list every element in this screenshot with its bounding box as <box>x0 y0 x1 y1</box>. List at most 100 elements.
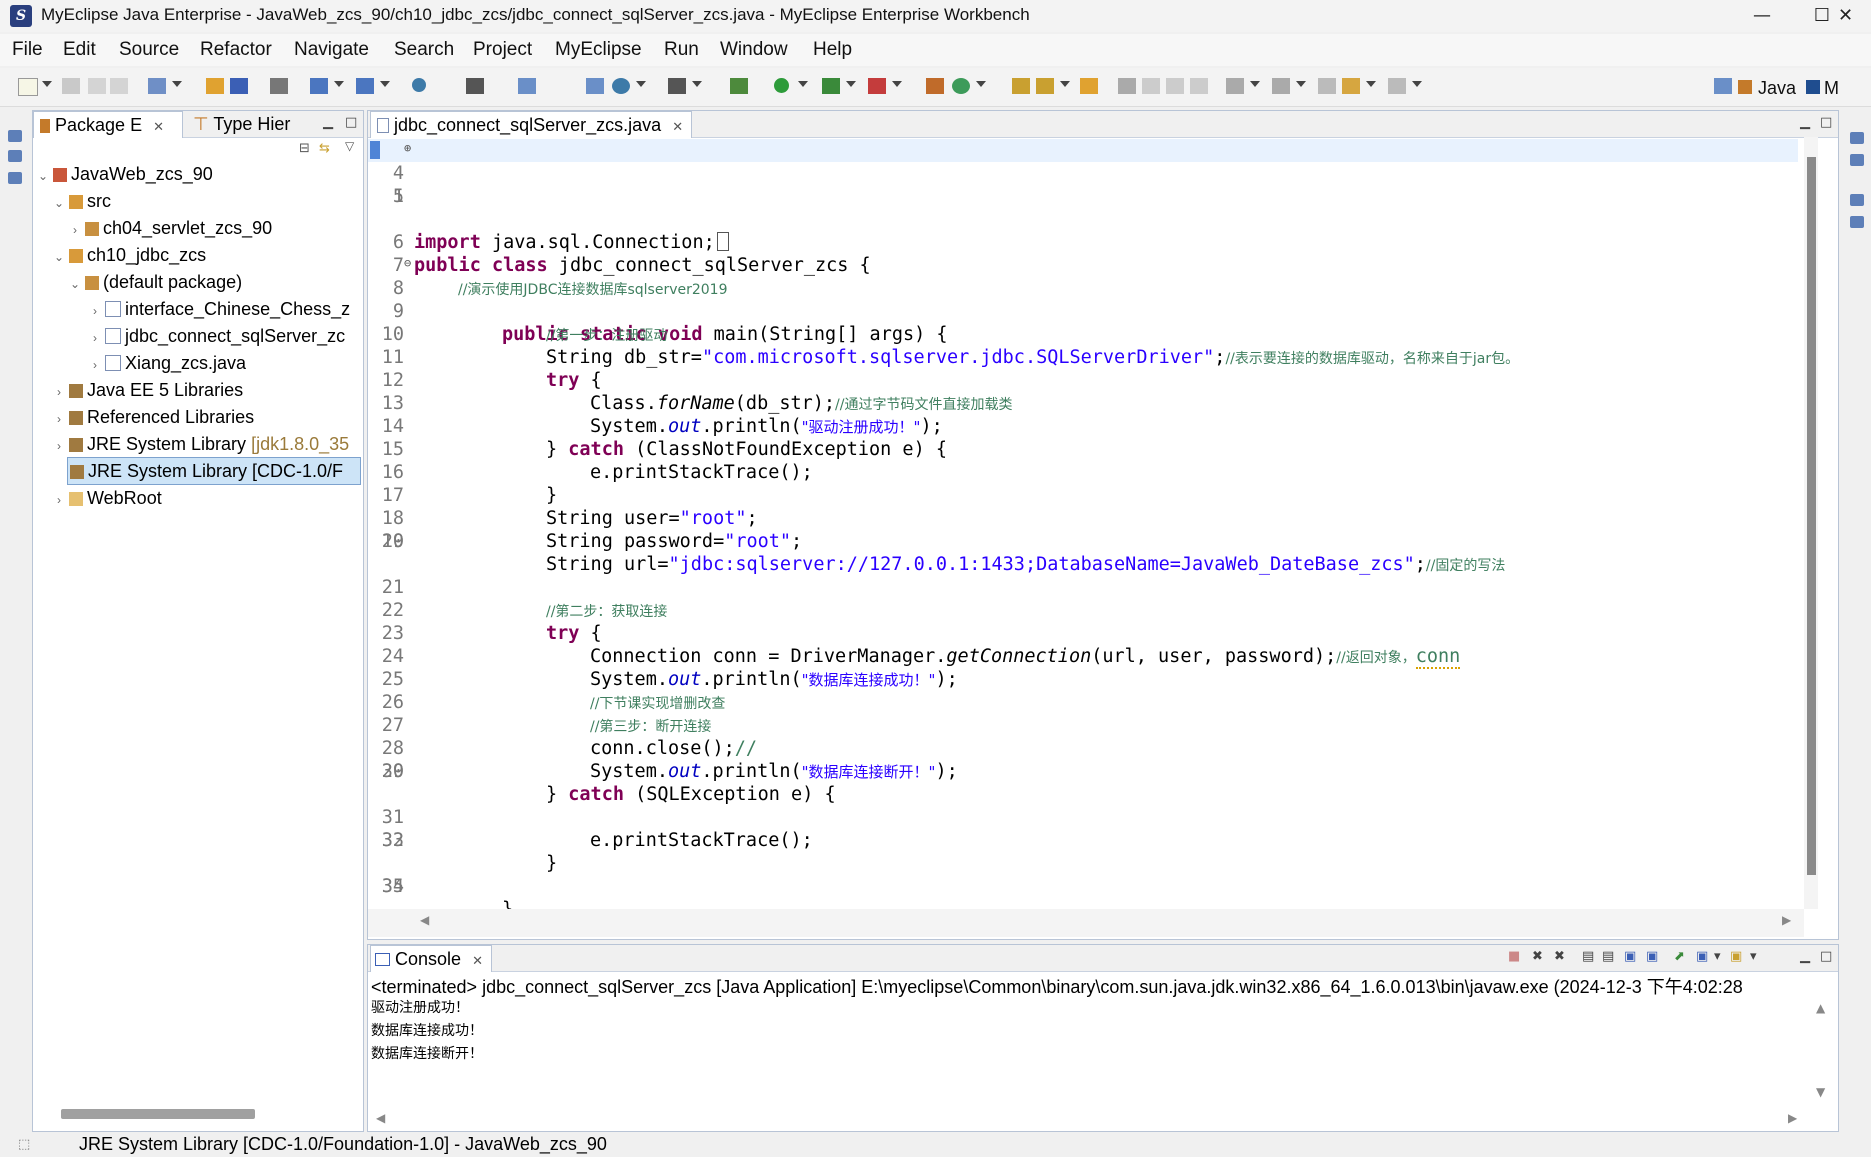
collapse-all-icon[interactable]: ⊟ <box>299 141 310 156</box>
database-icon[interactable] <box>270 78 288 94</box>
tree-item-folder[interactable]: › WebRoot <box>51 485 162 511</box>
chevron-down-icon[interactable]: ⌄ <box>51 244 67 270</box>
scroll-lock-icon[interactable]: ▤ <box>1602 949 1614 964</box>
tab-package-explorer[interactable]: Package E ✕ <box>33 111 183 138</box>
chevron-down-icon[interactable] <box>42 81 52 87</box>
chevron-down-icon[interactable] <box>798 81 808 87</box>
menu-source[interactable]: Source <box>119 39 179 61</box>
terminate-icon[interactable]: ■ <box>1508 949 1520 964</box>
chevron-down-icon[interactable]: ▾ <box>1750 949 1757 964</box>
task-icon[interactable] <box>1080 78 1098 94</box>
pin-console-icon[interactable]: ⬈ <box>1674 949 1685 964</box>
open-resource-icon[interactable] <box>518 78 536 94</box>
chevron-down-icon[interactable] <box>1060 81 1070 87</box>
scroll-down-icon[interactable]: ▼ <box>1816 1085 1825 1099</box>
chevron-right-icon[interactable]: › <box>51 433 67 459</box>
tree-item-library[interactable]: › JRE System Library [jdk1.8.0_35 <box>51 431 349 457</box>
chevron-down-icon[interactable] <box>692 81 702 87</box>
chevron-down-icon[interactable] <box>846 81 856 87</box>
remove-all-icon[interactable]: ✖ <box>1554 949 1565 964</box>
menu-file[interactable]: File <box>12 39 43 61</box>
mark-icon[interactable] <box>1190 78 1208 94</box>
remove-launch-icon[interactable]: ✖ <box>1532 949 1543 964</box>
close-button[interactable]: ✕ <box>1820 0 1871 32</box>
annotation-icon[interactable] <box>1118 78 1136 94</box>
horizontal-scrollbar[interactable]: ◀ ▶ <box>368 909 1804 937</box>
maximize-icon[interactable]: □ <box>345 115 357 130</box>
save-icon[interactable] <box>62 78 80 94</box>
code-area[interactable]: 1 ⊕ import java.sql.Connection; 4 5 6 pu… <box>368 137 1838 909</box>
save-all-icon[interactable] <box>88 78 106 94</box>
chevron-right-icon[interactable]: › <box>87 325 103 351</box>
chevron-right-icon[interactable]: › <box>67 217 83 243</box>
chevron-down-icon[interactable]: ⌄ <box>51 190 67 216</box>
outline-icon[interactable] <box>1850 154 1864 166</box>
tree-item-source-folder[interactable]: ⌄ ch10_jdbc_zcs <box>51 242 206 268</box>
tab-editor-file[interactable]: jdbc_connect_sqlServer_zcs.java ✕ <box>370 111 693 138</box>
scroll-right-icon[interactable]: ▶ <box>1782 913 1791 927</box>
show-stderr-icon[interactable]: ▣ <box>1646 949 1658 964</box>
view-icon[interactable] <box>8 172 22 184</box>
tab-type-hierarchy[interactable]: ⊤ Type Hier <box>189 111 290 137</box>
perspective-java[interactable]: Java <box>1758 78 1796 99</box>
fold-expand-icon[interactable]: ⊕ <box>404 137 411 160</box>
fold-collapse-icon[interactable]: ⊖ <box>404 252 411 275</box>
fast-view-icon[interactable]: ⬚ <box>18 1137 30 1152</box>
chevron-right-icon[interactable]: › <box>87 298 103 324</box>
chevron-right-icon[interactable]: › <box>51 379 67 405</box>
new-icon[interactable] <box>18 78 38 96</box>
scroll-right-icon[interactable]: ▶ <box>1788 1111 1797 1125</box>
camera-icon[interactable] <box>668 78 686 94</box>
chevron-right-icon[interactable]: › <box>51 487 67 513</box>
external-tools-icon[interactable] <box>868 78 886 94</box>
show-stdout-icon[interactable]: ▣ <box>1624 949 1636 964</box>
scroll-left-icon[interactable]: ◀ <box>376 1111 385 1125</box>
scrollbar-thumb[interactable] <box>1807 157 1816 875</box>
menu-window[interactable]: Window <box>720 39 788 61</box>
chevron-down-icon[interactable] <box>1250 81 1260 87</box>
chevron-down-icon[interactable]: ▾ <box>1714 949 1721 964</box>
tree-item-default-package[interactable]: ⌄ (default package) <box>67 269 242 295</box>
view-icon[interactable] <box>8 150 22 162</box>
tree-item-project[interactable]: ⌄ JavaWeb_zcs_90 <box>35 161 213 187</box>
scroll-left-icon[interactable]: ◀ <box>420 913 429 927</box>
tree-item-java-file[interactable]: › interface_Chinese_Chess_z <box>87 296 350 322</box>
tree-item-library[interactable]: › Referenced Libraries <box>51 404 254 430</box>
chevron-down-icon[interactable]: ⌄ <box>67 271 83 297</box>
search-icon[interactable] <box>1036 78 1054 94</box>
next-annotation-icon[interactable] <box>1226 78 1244 94</box>
minimize-icon[interactable]: ▁ <box>1800 115 1810 130</box>
menu-run[interactable]: Run <box>664 39 699 61</box>
tree-item-src[interactable]: ⌄ src <box>51 188 111 214</box>
debug-icon[interactable] <box>730 78 748 94</box>
myeclipse-perspective-icon[interactable] <box>1806 80 1820 94</box>
block-icon[interactable] <box>1166 78 1184 94</box>
menu-navigate[interactable]: Navigate <box>294 39 369 61</box>
tree-item-java-file[interactable]: › Xiang_zcs.java <box>87 350 246 376</box>
new-java-project-icon[interactable] <box>926 78 944 94</box>
chevron-down-icon[interactable] <box>1366 81 1376 87</box>
clear-console-icon[interactable]: ▤ <box>1582 949 1594 964</box>
restore-icon[interactable] <box>8 130 22 142</box>
chevron-down-icon[interactable] <box>172 81 182 87</box>
refresh-icon[interactable] <box>952 78 970 94</box>
chevron-down-icon[interactable] <box>976 81 986 87</box>
tree-item-library-selected[interactable]: JRE System Library [CDC-1.0/F <box>67 457 361 485</box>
menu-refactor[interactable]: Refactor <box>200 39 272 61</box>
vertical-scrollbar[interactable] <box>1804 137 1818 909</box>
chevron-down-icon[interactable] <box>1296 81 1306 87</box>
chevron-down-icon[interactable] <box>892 81 902 87</box>
close-icon[interactable]: ✕ <box>153 119 164 134</box>
ejb-icon[interactable] <box>356 78 374 94</box>
horizontal-scrollbar[interactable] <box>61 1109 255 1119</box>
last-edit-icon[interactable] <box>1318 78 1336 94</box>
tree-item-java-file[interactable]: › jdbc_connect_sqlServer_zc <box>87 323 345 349</box>
globe-icon[interactable] <box>412 78 426 92</box>
forward-icon[interactable] <box>1388 78 1406 94</box>
restore-icon[interactable] <box>1850 194 1864 206</box>
open-folder-icon[interactable] <box>1012 78 1030 94</box>
menu-edit[interactable]: Edit <box>63 39 96 61</box>
menu-search[interactable]: Search <box>394 39 454 61</box>
chevron-down-icon[interactable] <box>380 81 390 87</box>
chevron-right-icon[interactable]: › <box>87 352 103 378</box>
